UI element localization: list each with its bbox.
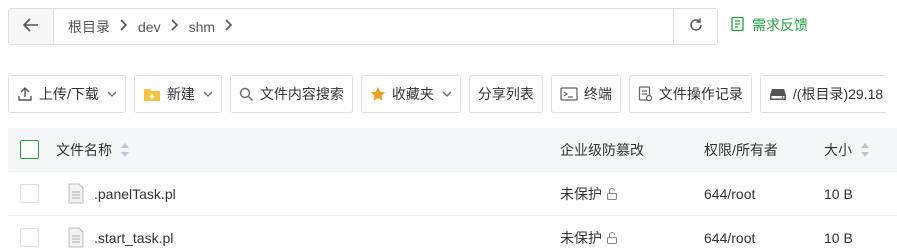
protection-cell: 未保护: [560, 228, 619, 248]
breadcrumb[interactable]: 根目录 dev shm: [54, 9, 673, 44]
chevron-down-icon: [442, 91, 452, 97]
sort-icon[interactable]: [120, 142, 130, 158]
protection-column-header: 企业级防篡改: [560, 140, 644, 160]
chevron-down-icon: [107, 91, 117, 97]
feedback-icon: [730, 16, 752, 35]
file-icon: [68, 183, 84, 204]
file-name[interactable]: .panelTask.pl: [94, 186, 176, 202]
breadcrumb-shm[interactable]: shm: [183, 19, 221, 35]
unlock-icon[interactable]: [605, 187, 619, 201]
file-table-header: 文件名称 企业级防篡改 权限/所有者 大小: [8, 128, 897, 172]
back-button[interactable]: [9, 9, 54, 44]
refresh-button[interactable]: [673, 9, 717, 44]
protection-cell: 未保护: [560, 184, 619, 204]
share-list-label: 分享列表: [477, 86, 534, 102]
disk-icon: [769, 87, 787, 101]
file-name-cell[interactable]: .start_task.pl: [62, 227, 173, 248]
favorites-label: 收藏夹: [391, 86, 434, 102]
new-button[interactable]: 新建: [133, 75, 222, 113]
file-toolbar: 上传/下载 新建 文件内容搜索 收藏夹 分享列表 终端 文件操作记录 /(根目录…: [8, 75, 886, 113]
select-all-checkbox[interactable]: [20, 140, 39, 159]
breadcrumb-root[interactable]: 根目录: [62, 17, 116, 37]
search-icon: [239, 87, 254, 102]
chevron-down-icon: [203, 91, 213, 97]
terminal-label: 终端: [583, 86, 612, 102]
disk-button[interactable]: /(根目录)29.18 G: [759, 75, 886, 113]
permission-header-label: 权限/所有者: [704, 141, 778, 158]
terminal-icon: [560, 86, 578, 102]
permission-cell[interactable]: 644/root: [704, 186, 755, 202]
name-column-header[interactable]: 文件名称: [56, 140, 130, 160]
upload-download-label: 上传/下载: [39, 86, 99, 102]
share-list-button[interactable]: 分享列表: [468, 75, 543, 113]
chevron-right-icon: [116, 18, 132, 36]
permission-column-header: 权限/所有者: [704, 140, 778, 160]
permission-cell[interactable]: 644/root: [704, 230, 755, 246]
size-cell: 10 B: [824, 185, 853, 202]
upload-download-button[interactable]: 上传/下载: [8, 75, 126, 113]
new-label: 新建: [166, 86, 195, 102]
name-header-label: 文件名称: [56, 141, 112, 158]
protection-header-label: 企业级防篡改: [560, 141, 644, 158]
content-search-button[interactable]: 文件内容搜索: [229, 75, 353, 113]
star-icon: [370, 86, 386, 102]
table-row[interactable]: .start_task.pl 未保护 644/root 10 B: [8, 216, 897, 252]
upload-icon: [17, 86, 33, 102]
disk-label: /(根目录)29.18 G: [792, 86, 886, 102]
row-checkbox[interactable]: [20, 228, 39, 247]
operation-log-button[interactable]: 文件操作记录: [628, 75, 752, 113]
refresh-icon: [688, 17, 704, 36]
new-folder-icon: [143, 86, 161, 102]
size-header-label: 大小: [824, 141, 852, 158]
size-column-header[interactable]: 大小: [824, 140, 870, 160]
log-icon: [638, 86, 653, 102]
content-search-label: 文件内容搜索: [259, 86, 344, 102]
row-checkbox[interactable]: [20, 184, 39, 203]
protection-status: 未保护: [560, 185, 602, 202]
chevron-right-icon: [221, 18, 237, 36]
feedback-label: 需求反馈: [752, 17, 808, 33]
operation-log-label: 文件操作记录: [658, 86, 743, 102]
feedback-link[interactable]: 需求反馈: [730, 15, 808, 35]
table-row[interactable]: .panelTask.pl 未保护 644/root 10 B: [8, 172, 897, 216]
breadcrumb-dev[interactable]: dev: [132, 19, 167, 35]
file-icon: [68, 227, 84, 248]
terminal-button[interactable]: 终端: [550, 75, 621, 113]
size-cell: 10 B: [824, 229, 853, 246]
file-name[interactable]: .start_task.pl: [94, 230, 173, 246]
file-name-cell[interactable]: .panelTask.pl: [62, 183, 176, 204]
address-bar: 根目录 dev shm: [8, 8, 718, 45]
favorites-button[interactable]: 收藏夹: [360, 75, 461, 113]
arrow-left-icon: [22, 18, 39, 35]
protection-status: 未保护: [560, 229, 602, 246]
unlock-icon[interactable]: [605, 231, 619, 245]
sort-icon[interactable]: [860, 142, 870, 158]
chevron-right-icon: [167, 18, 183, 36]
